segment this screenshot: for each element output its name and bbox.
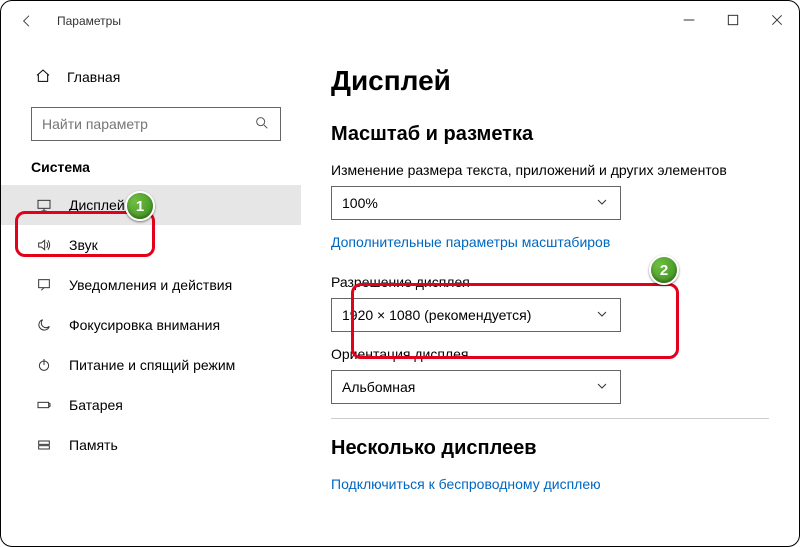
home-icon [35, 68, 51, 87]
sidebar-item-label: Дисплей [69, 197, 125, 213]
search-icon [254, 115, 270, 134]
sidebar-item-label: Уведомления и действия [69, 277, 232, 293]
back-button[interactable] [13, 7, 41, 35]
window-controls [679, 12, 787, 31]
sidebar-home[interactable]: Главная [1, 57, 301, 97]
power-icon [35, 357, 53, 373]
page-title: Дисплей [331, 65, 769, 97]
focus-icon [35, 317, 53, 333]
search-box[interactable] [31, 107, 281, 141]
sidebar: Главная Система Дисплей Звук Уведомл [1, 41, 301, 546]
divider [331, 418, 769, 419]
resolution-value: 1920 × 1080 (рекомендуется) [342, 307, 531, 323]
title-bar: Параметры [1, 1, 799, 41]
minimize-icon [681, 12, 697, 28]
content-area: Дисплей Масштаб и разметка Изменение раз… [301, 41, 799, 546]
close-button[interactable] [767, 12, 787, 31]
sidebar-item-label: Питание и спящий режим [69, 357, 235, 373]
scale-label: Изменение размера текста, приложений и д… [331, 162, 769, 178]
chevron-down-icon [594, 306, 610, 325]
scale-combo[interactable]: 100% [331, 186, 621, 220]
resolution-combo[interactable]: 1920 × 1080 (рекомендуется) [331, 298, 621, 332]
chevron-down-icon [594, 194, 610, 213]
sound-icon [35, 237, 53, 253]
orientation-label: Ориентация дисплея [331, 346, 769, 362]
notifications-icon [35, 277, 53, 293]
close-icon [769, 12, 785, 28]
storage-icon [35, 437, 53, 453]
maximize-button[interactable] [723, 12, 743, 31]
sidebar-item-focus[interactable]: Фокусировка внимания [1, 305, 301, 345]
sidebar-item-label: Память [69, 437, 118, 453]
scale-advanced-link[interactable]: Дополнительные параметры масштабиров [331, 234, 610, 250]
sidebar-item-notifications[interactable]: Уведомления и действия [1, 265, 301, 305]
search-input[interactable] [42, 116, 254, 132]
orientation-combo[interactable]: Альбомная [331, 370, 621, 404]
sidebar-item-storage[interactable]: Память [1, 425, 301, 465]
sidebar-item-label: Батарея [69, 397, 123, 413]
display-icon [35, 197, 53, 213]
minimize-button[interactable] [679, 12, 699, 31]
sidebar-home-label: Главная [67, 69, 120, 85]
maximize-icon [725, 12, 741, 28]
sidebar-item-power[interactable]: Питание и спящий режим [1, 345, 301, 385]
scale-value: 100% [342, 195, 378, 211]
arrow-left-icon [19, 13, 35, 29]
window-title: Параметры [57, 14, 121, 28]
chevron-down-icon [594, 378, 610, 397]
resolution-label: Разрешение дисплея [331, 274, 769, 290]
sidebar-section: Система [1, 159, 301, 185]
wireless-display-link[interactable]: Подключиться к беспроводному дисплею [331, 476, 601, 492]
sidebar-item-battery[interactable]: Батарея [1, 385, 301, 425]
orientation-value: Альбомная [342, 379, 415, 395]
battery-icon [35, 397, 53, 413]
section-multi-heading: Несколько дисплеев [331, 437, 769, 460]
sidebar-item-sound[interactable]: Звук [1, 225, 301, 265]
sidebar-item-label: Фокусировка внимания [69, 317, 220, 333]
sidebar-item-label: Звук [69, 237, 98, 253]
sidebar-item-display[interactable]: Дисплей [1, 185, 301, 225]
section-scale-heading: Масштаб и разметка [331, 123, 769, 146]
